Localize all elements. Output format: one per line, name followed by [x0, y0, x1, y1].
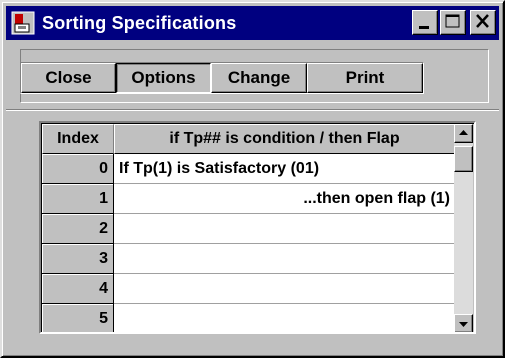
- row-index-cell[interactable]: 1: [42, 184, 114, 214]
- table-row[interactable]: 4: [42, 274, 455, 304]
- table-row[interactable]: 1 ...then open flap (1): [42, 184, 455, 214]
- title-bar[interactable]: Sorting Specifications: [6, 6, 499, 40]
- row-index-cell[interactable]: 2: [42, 214, 114, 244]
- column-header-condition[interactable]: if Tp## is condition / then Flap: [114, 124, 455, 154]
- row-condition-cell[interactable]: ...then open flap (1): [114, 184, 455, 214]
- row-index-cell[interactable]: 4: [42, 274, 114, 304]
- scroll-up-button[interactable]: [454, 124, 473, 143]
- vertical-scrollbar[interactable]: [454, 124, 473, 332]
- row-index-cell[interactable]: 3: [42, 244, 114, 274]
- toolbar: Close Options Change Print: [20, 62, 424, 94]
- row-condition-cell[interactable]: [114, 244, 455, 274]
- up-arrow-icon: [459, 130, 468, 135]
- close-icon: [476, 14, 489, 28]
- close-button[interactable]: Close: [21, 63, 116, 93]
- column-header-index[interactable]: Index: [42, 124, 114, 154]
- minimize-button[interactable]: [412, 10, 438, 35]
- row-index-cell[interactable]: 5: [42, 304, 114, 332]
- close-window-button[interactable]: [470, 10, 496, 35]
- row-condition-cell[interactable]: If Tp(1) is Satisfactory (01): [114, 154, 455, 184]
- print-button[interactable]: Print: [307, 63, 423, 93]
- table-row[interactable]: 2: [42, 214, 455, 244]
- sorting-specifications-window: Sorting Specifications Close Options Cha…: [0, 0, 505, 358]
- separator: [6, 109, 499, 111]
- down-arrow-icon: [459, 322, 468, 327]
- sorting-table[interactable]: Index if Tp## is condition / then Flap 0…: [39, 121, 476, 334]
- scroll-down-button[interactable]: [454, 314, 473, 332]
- maximize-button[interactable]: [440, 10, 466, 35]
- row-condition-cell[interactable]: [114, 214, 455, 244]
- row-condition-cell[interactable]: [114, 274, 455, 304]
- table-row[interactable]: 3: [42, 244, 455, 274]
- minimize-icon: [419, 26, 429, 29]
- table-grid: Index if Tp## is condition / then Flap 0…: [42, 124, 455, 332]
- app-icon[interactable]: [10, 10, 36, 36]
- window-title: Sorting Specifications: [42, 12, 237, 33]
- change-button[interactable]: Change: [211, 63, 307, 93]
- row-index-cell[interactable]: 0: [42, 154, 114, 184]
- table-header-row: Index if Tp## is condition / then Flap: [42, 124, 455, 154]
- table-row[interactable]: 0 If Tp(1) is Satisfactory (01): [42, 154, 455, 184]
- scroll-thumb[interactable]: [454, 146, 473, 172]
- table-row[interactable]: 5: [42, 304, 455, 332]
- maximize-icon: [445, 14, 460, 28]
- row-condition-cell[interactable]: [114, 304, 455, 332]
- options-button[interactable]: Options: [116, 63, 211, 93]
